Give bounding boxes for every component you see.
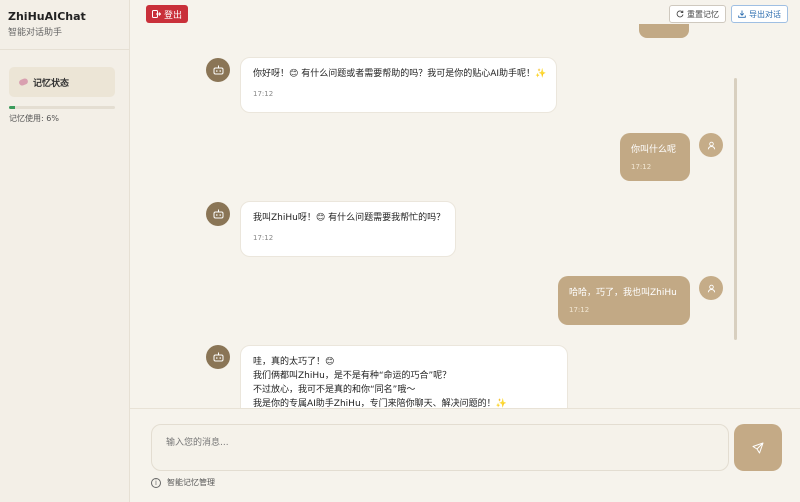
logout-label: 登出 [164,10,183,21]
user-message: 你叫什么呢 17:12 [620,133,690,181]
chat-main: 登出 重置记忆 导出对话 你好呀！😊 有什么问题或者需要帮助的吗？我可是你的贴心… [130,0,800,502]
memory-management-label: 智能记忆管理 [167,478,215,487]
memory-management-link[interactable]: i 智能记忆管理 [151,477,215,488]
bot-message: 我叫ZhiHu呀！😊 有什么问题需要我帮忙的吗？ 17:12 [240,201,456,257]
memory-usage-text: 记忆使用: 6% [9,114,59,123]
info-icon: i [151,477,161,488]
user-avatar [699,133,723,157]
pill-icon [18,77,29,87]
robot-icon [213,209,223,219]
user-avatar [699,276,723,300]
brand-subtitle: 智能对话助手 [8,28,63,38]
chat-scrollbar[interactable] [734,78,737,340]
logout-button[interactable]: 登出 [146,5,189,23]
composer: i 智能记忆管理 [130,408,800,502]
download-icon [738,10,746,18]
message-text: 哈哈，巧了，我也叫ZhiHu [569,288,677,298]
memory-status-label: 记忆状态 [33,78,70,89]
sidebar-divider [0,49,129,50]
memory-usage-fill [9,106,16,109]
robot-icon [213,352,223,362]
message-text: 你好呀！😊 有什么问题或者需要帮助的吗？我可是你的贴心AI助手呢！✨ [253,69,547,79]
message-time: 17:12 [569,306,590,314]
message-time: 17:12 [253,234,274,242]
sidebar: ZhiHuAIChat 智能对话助手 记忆状态 记忆使用: 6% [0,0,130,502]
bot-avatar [206,202,230,226]
user-message: 哈哈，巧了，我也叫ZhiHu 17:12 [558,276,690,325]
memory-status-button[interactable]: 记忆状态 [9,67,115,97]
message-text: 你叫什么呢 [631,145,677,155]
message-line: 不过放心，我可不是真的和你“同名”哦～ [253,385,416,395]
memory-usage-bar [9,106,115,109]
refresh-icon [676,10,684,18]
send-icon [752,442,764,453]
send-button[interactable] [734,424,782,471]
bot-avatar [206,58,230,82]
message-line: 我们俩都叫ZhiHu，是不是有种“命运的巧合”呢？ [253,371,452,381]
reset-memory-button[interactable]: 重置记忆 [669,5,726,23]
bot-message: 你好呀！😊 有什么问题或者需要帮助的吗？我可是你的贴心AI助手呢！✨ 17:12 [240,57,557,113]
message-time: 17:12 [631,163,652,171]
bot-avatar [206,345,230,369]
export-chat-label: 导出对话 [749,9,781,19]
user-icon [707,141,715,149]
export-chat-button[interactable]: 导出对话 [731,5,788,23]
brand-title: ZhiHuAIChat [8,10,86,23]
logout-icon [152,10,161,18]
message-line: 哇，真的太巧了！😊 [253,357,335,367]
message-input[interactable] [151,424,729,471]
previous-message-bubble [639,24,689,38]
user-icon [707,284,715,292]
message-time: 17:12 [253,90,274,98]
robot-icon [213,65,223,75]
message-text: 我叫ZhiHu呀！😊 有什么问题需要我帮忙的吗？ [253,213,446,223]
reset-memory-label: 重置记忆 [687,9,719,19]
